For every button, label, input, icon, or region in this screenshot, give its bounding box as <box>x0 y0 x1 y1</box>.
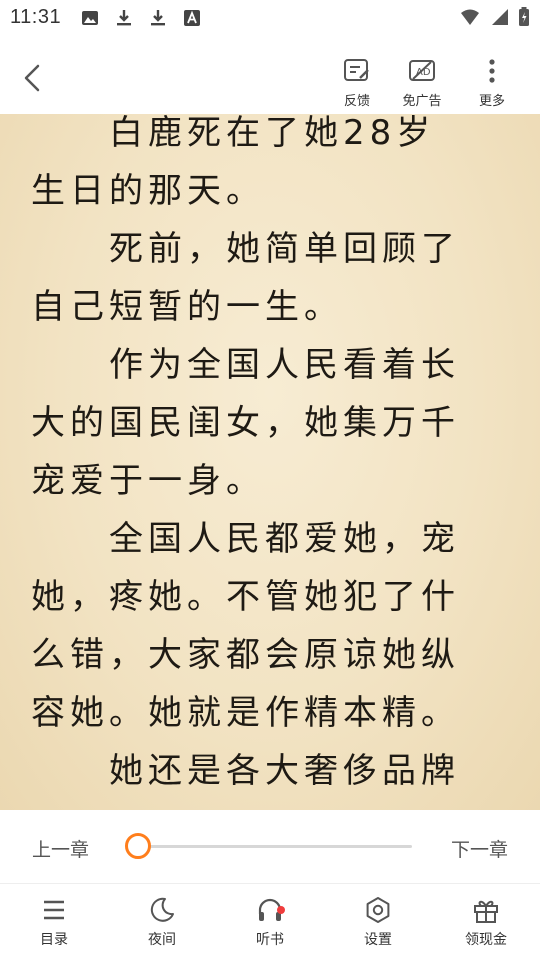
nav-label: 听书 <box>256 932 284 948</box>
text-line: 容她。她就是作精本精。 <box>31 693 460 733</box>
text-line: 么错，大家都会原谅她纵 <box>31 635 460 675</box>
reader-toolbar: 反馈 AD 免广告 更多 <box>0 36 540 114</box>
chevron-left-icon <box>24 64 40 92</box>
font-icon <box>184 10 200 26</box>
notification-badge <box>277 906 285 914</box>
back-button[interactable] <box>16 58 50 98</box>
text-line: 她，疼她。不管她犯了什 <box>31 577 460 617</box>
status-time: 11:31 <box>10 6 62 28</box>
feedback-button[interactable]: 反馈 <box>330 58 384 114</box>
nav-label: 目录 <box>40 932 68 948</box>
more-label: 更多 <box>478 94 505 109</box>
nav-claim-cash[interactable]: 领现金 <box>446 896 526 956</box>
text-line: 自己短暂的一生。 <box>31 287 343 327</box>
nav-night-mode[interactable]: 夜间 <box>122 896 202 956</box>
nav-settings[interactable]: 设置 <box>338 896 418 956</box>
chapter-bar: 上一章 下一章 <box>0 810 540 884</box>
text-line: 白鹿死在了她28岁 <box>31 114 436 153</box>
download-icon <box>117 10 131 26</box>
settings-icon <box>366 897 390 923</box>
moon-icon <box>150 897 174 922</box>
more-button[interactable]: 更多 <box>465 58 519 114</box>
reading-area[interactable]: 白鹿死在了她28岁 生日的那天。 死前，她简单回顾了 自己短暂的一生。 作为全国… <box>0 114 540 810</box>
download-icon <box>151 10 165 26</box>
image-icon <box>82 11 98 25</box>
more-vertical-icon <box>489 59 495 83</box>
text-line: 生日的那天。 <box>31 171 265 211</box>
wifi-icon <box>461 9 479 25</box>
chapter-text: 白鹿死在了她28岁 生日的那天。 死前，她简单回顾了 自己短暂的一生。 作为全国… <box>31 114 511 800</box>
notification-icons <box>80 8 202 28</box>
text-line: 死前，她简单回顾了 <box>31 229 460 269</box>
no-ads-icon: AD <box>409 60 435 81</box>
battery-charging-icon <box>519 7 529 26</box>
nav-label: 夜间 <box>148 932 176 948</box>
nav-catalog[interactable]: 目录 <box>14 896 94 956</box>
no-ads-label: 免广告 <box>402 94 442 109</box>
feedback-icon <box>344 59 369 81</box>
bottom-nav: 目录 夜间 听书 设置 领现金 <box>0 884 540 960</box>
text-line: 大的国民闺女，她集万千 <box>31 403 460 443</box>
no-ads-button[interactable]: AD 免广告 <box>395 58 449 114</box>
signal-icon <box>492 9 508 25</box>
progress-slider-thumb[interactable] <box>125 833 151 859</box>
next-chapter-button[interactable]: 下一章 <box>451 835 508 862</box>
feedback-label: 反馈 <box>343 94 370 109</box>
text-line: 宠爱于一身。 <box>31 461 265 501</box>
nav-listen[interactable]: 听书 <box>230 896 310 956</box>
nav-label: 领现金 <box>465 932 507 948</box>
text-line: 作为全国人民看着长 <box>31 345 460 385</box>
text-line: 全国人民都爱她，宠 <box>31 519 460 559</box>
menu-icon <box>44 900 64 920</box>
system-icons <box>458 7 530 27</box>
nav-label: 设置 <box>364 932 392 948</box>
text-line: 她还是各大奢侈品牌 <box>31 751 460 791</box>
status-bar: 11:31 <box>0 0 540 36</box>
prev-chapter-button[interactable]: 上一章 <box>32 835 89 862</box>
chapter-progress-slider[interactable] <box>138 845 412 848</box>
gift-icon <box>474 900 498 923</box>
